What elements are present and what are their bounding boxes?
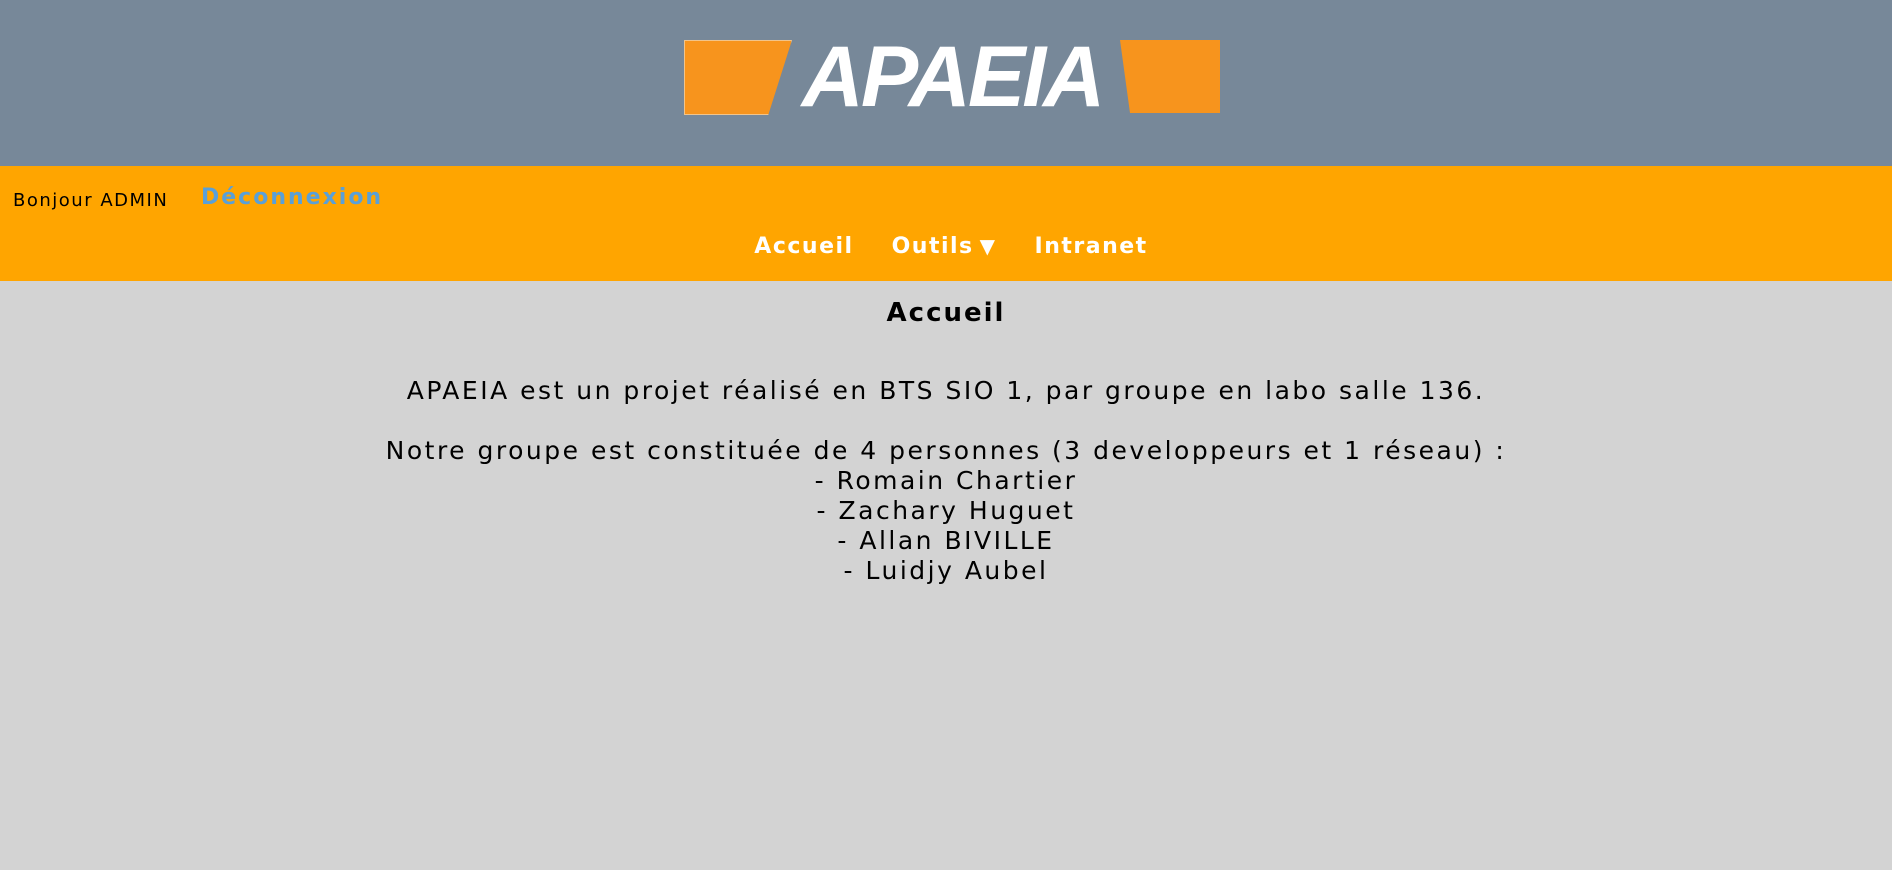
logo-text: APAEIA xyxy=(801,29,1106,125)
site-header: APAEIA xyxy=(0,0,1892,166)
menu-item-intranet[interactable]: Intranet xyxy=(1035,234,1148,259)
menu-item-label: Outils xyxy=(891,234,974,259)
user-greeting: Bonjour ADMIN xyxy=(13,190,169,211)
menu-item-label: Accueil xyxy=(754,234,854,259)
menu-item-label: Intranet xyxy=(1034,234,1148,259)
list-item: - Luidjy Aubel xyxy=(843,556,1049,585)
list-item: - Zachary Huguet xyxy=(816,496,1076,525)
logout-link[interactable]: Déconnexion xyxy=(201,185,383,210)
navbar: Bonjour ADMIN Déconnexion Accueil Outils… xyxy=(0,166,1892,281)
group-description: Notre groupe est constituée de 4 personn… xyxy=(385,436,1507,465)
dropdown-triangle-icon: ▼ xyxy=(979,234,997,258)
page-title: Accueil xyxy=(886,298,1006,328)
menu-item-outils[interactable]: Outils ▼ xyxy=(892,234,997,259)
intro-text: APAEIA est un projet réalisé en BTS SIO … xyxy=(406,376,1486,405)
list-item: - Romain Chartier xyxy=(814,466,1078,495)
apaeia-logo[interactable]: APAEIA xyxy=(684,32,1220,122)
menu-item-accueil[interactable]: Accueil xyxy=(754,234,853,259)
main-menu: Accueil Outils ▼ Intranet xyxy=(0,234,1892,259)
member-list: - Romain Chartier - Zachary Huguet - All… xyxy=(0,466,1892,586)
main-content: Accueil APAEIA est un projet réalisé en … xyxy=(0,281,1892,870)
list-item: - Allan BIVILLE xyxy=(837,526,1055,555)
